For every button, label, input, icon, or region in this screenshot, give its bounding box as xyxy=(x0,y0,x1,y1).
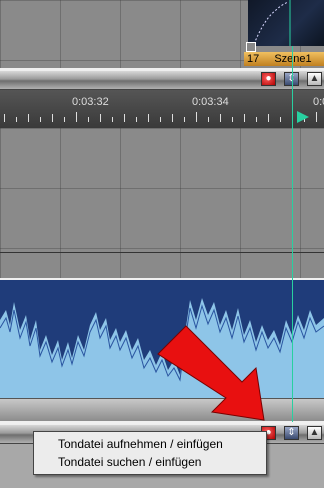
menu-item-record-audio[interactable]: Tondatei aufnehmen / einfügen xyxy=(34,435,266,453)
timecode-label: 0:0 xyxy=(313,96,324,108)
ruler-tick xyxy=(148,114,149,122)
track-divider xyxy=(0,252,324,253)
ruler-tick xyxy=(124,114,125,122)
timecode-label: 0:03:34 xyxy=(192,96,229,108)
record-button-top[interactable]: ● xyxy=(261,72,276,86)
ruler-tick xyxy=(88,117,89,122)
ruler-tick xyxy=(16,117,17,122)
ruler-tick xyxy=(316,112,317,122)
playhead-line[interactable] xyxy=(292,46,293,422)
ruler-tick xyxy=(112,117,113,122)
ruler-tick xyxy=(64,117,65,122)
eject-button-bottom[interactable]: ▲ xyxy=(307,426,322,440)
ruler-tick xyxy=(184,117,185,122)
ruler-tick xyxy=(4,114,5,122)
ruler-tick xyxy=(244,114,245,122)
red-arrow-annotation xyxy=(157,325,265,421)
clip-marker-icon xyxy=(246,42,256,52)
clip-number: 17 xyxy=(247,53,260,65)
ruler-tick xyxy=(220,114,221,122)
clip-thumbnail[interactable] xyxy=(248,0,324,46)
ruler-tick xyxy=(208,117,209,122)
ruler-tick xyxy=(232,117,233,122)
swap-button-bottom[interactable]: ⇕ xyxy=(284,426,299,440)
ruler-tick xyxy=(160,117,161,122)
empty-track[interactable] xyxy=(0,128,324,278)
ruler-tick xyxy=(172,114,173,122)
ruler-tick xyxy=(40,117,41,122)
thumbnail-image xyxy=(253,0,291,46)
ruler-tick xyxy=(76,112,77,122)
context-menu: Tondatei aufnehmen / einfügen Tondatei s… xyxy=(33,431,267,475)
ruler-tick xyxy=(196,112,197,122)
ruler-tick xyxy=(256,117,257,122)
eject-button-top[interactable]: ▲ xyxy=(307,72,322,86)
timecode-label: 0:03:32 xyxy=(72,96,109,108)
playhead-marker-icon[interactable] xyxy=(296,110,310,124)
menu-item-find-audio[interactable]: Tondatei suchen / einfügen xyxy=(34,453,266,471)
ruler-tick xyxy=(268,114,269,122)
time-ruler[interactable]: 0:03:32 0:03:34 0:0 xyxy=(0,90,324,128)
ruler-tick xyxy=(28,114,29,122)
ruler-tick xyxy=(100,114,101,122)
ruler-tick xyxy=(52,114,53,122)
ruler-tick xyxy=(280,117,281,122)
ruler-tick xyxy=(136,117,137,122)
clip-label-bar[interactable]: 17 Szene1 xyxy=(244,52,324,66)
